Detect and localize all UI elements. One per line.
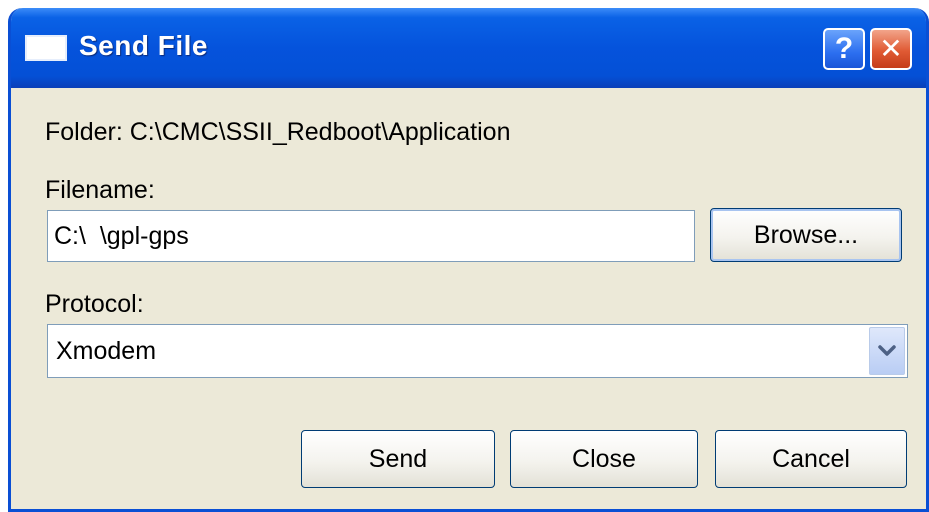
protocol-selected-value: Xmodem bbox=[56, 337, 157, 365]
close-button[interactable]: Close bbox=[510, 430, 698, 488]
window-title: Send File bbox=[79, 30, 208, 61]
browse-button[interactable]: Browse... bbox=[710, 208, 902, 262]
filename-input[interactable] bbox=[47, 210, 695, 262]
filename-label: Filename: bbox=[45, 176, 155, 204]
help-button[interactable]: ? bbox=[823, 28, 865, 70]
title-bar[interactable]: Send File ? ✕ bbox=[11, 8, 926, 88]
window-icon bbox=[25, 35, 67, 61]
protocol-label: Protocol: bbox=[45, 290, 144, 318]
send-button[interactable]: Send bbox=[301, 430, 495, 488]
folder-label: Folder: C:\CMC\SSII_Redboot\Application bbox=[45, 118, 511, 146]
cancel-button[interactable]: Cancel bbox=[715, 430, 907, 488]
chevron-down-icon bbox=[878, 345, 896, 356]
protocol-select[interactable]: Xmodem bbox=[47, 324, 908, 378]
dropdown-button[interactable] bbox=[869, 327, 905, 375]
send-file-dialog: Send File ? ✕ Folder: C:\CMC\SSII_Redboo… bbox=[8, 8, 929, 512]
close-window-button[interactable]: ✕ bbox=[870, 28, 912, 70]
